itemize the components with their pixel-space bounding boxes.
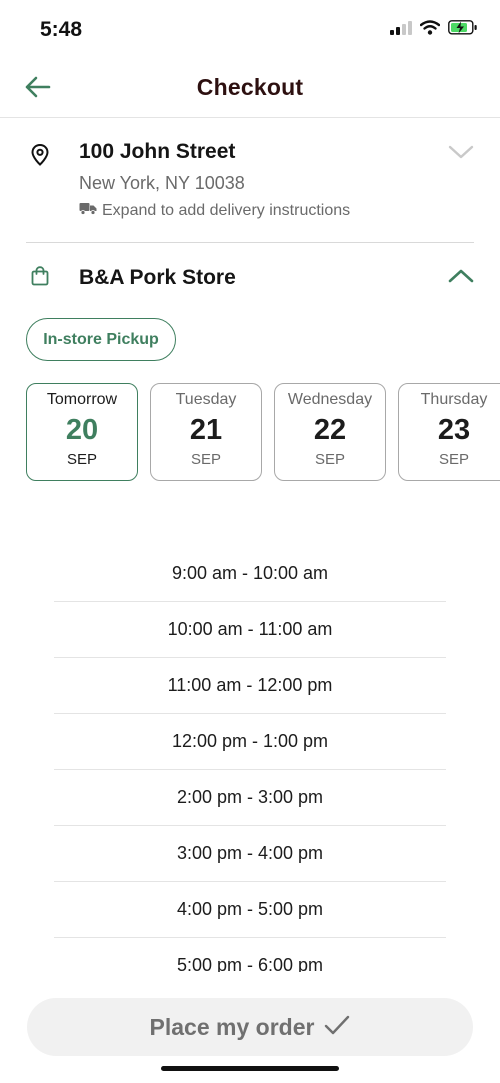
cellular-signal-icon — [390, 20, 412, 40]
date-number: 21 — [189, 414, 223, 446]
time-slot[interactable]: 2:00 pm - 3:00 pm — [54, 770, 446, 826]
place-order-label: Place my order — [149, 1013, 315, 1040]
date-number: 22 — [313, 414, 347, 446]
date-card-tomorrow[interactable]: Tomorrow 20 SEP — [26, 383, 138, 481]
store-section[interactable]: B&A Pork Store — [0, 258, 500, 298]
delivery-truck-icon — [79, 202, 97, 220]
status-time: 5:48 — [40, 18, 83, 41]
date-day-label: Tuesday — [175, 391, 237, 408]
date-month: SEP — [190, 451, 221, 468]
page-title: Checkout — [196, 74, 304, 100]
wifi-icon — [419, 20, 441, 40]
date-card-tuesday[interactable]: Tuesday 21 SEP — [150, 383, 262, 481]
date-month: SEP — [438, 451, 469, 468]
address-city: New York, NY 10038 — [79, 173, 245, 193]
date-card-wednesday[interactable]: Wednesday 22 SEP — [274, 383, 386, 481]
time-slot[interactable]: 10:00 am - 11:00 am — [54, 602, 446, 658]
chevron-down-icon[interactable] — [448, 144, 474, 165]
checkmark-icon — [324, 1015, 350, 1040]
status-icons — [390, 20, 478, 40]
delivery-instructions-hint[interactable]: Expand to add delivery instructions — [79, 202, 350, 220]
date-number: 23 — [437, 414, 471, 446]
date-month: SEP — [66, 451, 97, 468]
status-bar: 5:48 — [0, 0, 500, 60]
battery-charging-icon — [448, 20, 478, 40]
store-name: B&A Pork Store — [79, 266, 236, 289]
delivery-instructions-text: Expand to add delivery instructions — [102, 202, 351, 219]
time-slot[interactable]: 11:00 am - 12:00 pm — [54, 658, 446, 714]
date-day-label: Thursday — [420, 391, 488, 408]
date-month: SEP — [314, 451, 345, 468]
section-divider — [26, 242, 474, 243]
shopping-bag-icon — [31, 266, 49, 291]
address-street: 100 John Street — [79, 140, 236, 163]
chevron-up-icon[interactable] — [448, 268, 474, 289]
date-card-thursday[interactable]: Thursday 23 SEP — [398, 383, 500, 481]
time-slot[interactable]: 4:00 pm - 5:00 pm — [54, 882, 446, 938]
home-indicator — [161, 1066, 339, 1071]
time-slot[interactable]: 9:00 am - 10:00 am — [54, 546, 446, 602]
time-slot[interactable]: 12:00 pm - 1:00 pm — [54, 714, 446, 770]
time-slot[interactable]: 3:00 pm - 4:00 pm — [54, 826, 446, 882]
date-selector: Tomorrow 20 SEP Tuesday 21 SEP Wednesday… — [26, 383, 500, 483]
place-order-button[interactable]: Place my order — [27, 998, 473, 1056]
location-pin-icon — [30, 143, 50, 172]
date-number: 20 — [65, 414, 99, 446]
time-slot[interactable]: 5:00 pm - 6:00 pm — [54, 938, 446, 972]
in-store-pickup-chip[interactable]: In-store Pickup — [26, 318, 176, 361]
delivery-address-section[interactable]: 100 John Street New York, NY 10038 Expan… — [0, 138, 500, 228]
time-slot-list[interactable]: 9:00 am - 10:00 am 10:00 am - 11:00 am 1… — [54, 546, 446, 972]
date-day-label: Wednesday — [287, 391, 373, 408]
date-day-label: Tomorrow — [46, 391, 118, 408]
header: Checkout — [0, 60, 500, 118]
